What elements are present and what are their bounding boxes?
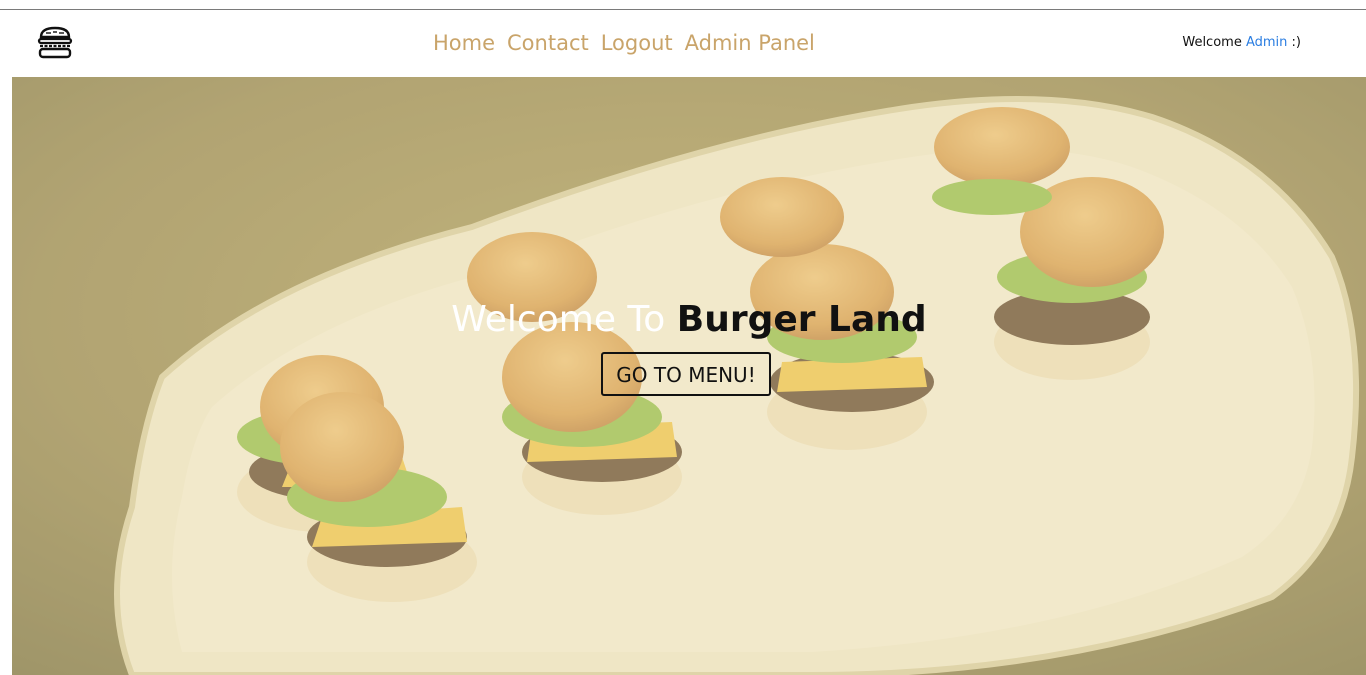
username-link[interactable]: Admin — [1246, 35, 1287, 50]
nav-admin-panel-link[interactable]: Admin Panel — [685, 30, 815, 56]
welcome-suffix: :) — [1291, 35, 1301, 50]
navbar: Home Contact Logout Admin Panel Welcome … — [0, 10, 1366, 77]
nav-home-link[interactable]: Home — [433, 30, 495, 56]
hero-heading-brand: Burger Land — [676, 299, 927, 340]
nav-contact-link[interactable]: Contact — [507, 30, 589, 56]
burger-logo-icon[interactable] — [35, 25, 75, 61]
welcome-message: Welcome Admin :) — [1182, 35, 1301, 50]
go-to-menu-button[interactable]: GO TO MENU! — [601, 352, 771, 396]
nav-logout-link[interactable]: Logout — [601, 30, 673, 56]
welcome-prefix: Welcome — [1182, 35, 1242, 50]
main-nav: Home Contact Logout Admin Panel — [433, 30, 815, 56]
hero-banner: Welcome To Burger Land GO TO MENU! — [12, 77, 1366, 675]
hero-heading: Welcome To Burger Land — [12, 299, 1366, 341]
hero-heading-prefix: Welcome To — [451, 299, 666, 340]
